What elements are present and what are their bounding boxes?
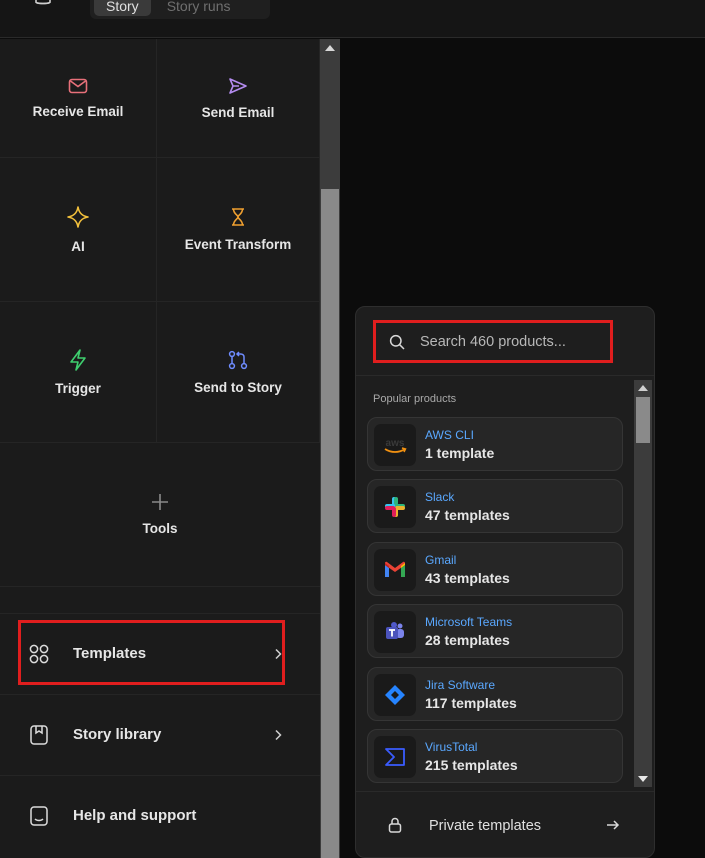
action-event-transform[interactable]: Event Transform [157,158,320,302]
product-virustotal[interactable]: VirusTotal 215 templates [367,729,623,783]
template-count: 28 templates [425,632,510,648]
mail-icon [68,78,88,93]
product-list-scrollbar[interactable] [634,380,652,787]
send-icon [229,77,247,94]
action-send-email[interactable]: Send Email [157,39,320,158]
action-tools[interactable]: Tools [0,443,320,587]
menu-templates[interactable]: Templates [0,613,320,693]
template-count: 215 templates [425,757,518,773]
tab-story-runs[interactable]: Story runs [155,0,243,16]
template-count: 47 templates [425,507,510,523]
action-label: Receive Email [32,103,124,119]
search-input[interactable] [420,329,606,355]
chevron-right-icon [275,648,282,659]
product-jira-software[interactable]: Jira Software 117 templates [367,667,623,721]
actions-scrollbar[interactable] [320,39,340,858]
teams-icon [374,611,416,653]
product-name: VirusTotal [425,740,478,754]
slack-icon [374,486,416,528]
actions-panel: Receive Email Send Email AI Event Transf… [0,39,320,858]
private-templates-link[interactable]: Private templates [356,797,654,853]
menu-story-library[interactable]: Story library [0,694,320,774]
product-aws-cli[interactable]: aws AWS CLI 1 template [367,417,623,471]
menu-label: Templates [73,645,147,662]
product-name: Microsoft Teams [425,615,513,629]
virustotal-icon [374,736,416,778]
action-label: Event Transform [184,237,292,252]
sparkle-icon [67,206,89,228]
action-trigger[interactable]: Trigger [0,302,157,443]
product-microsoft-teams[interactable]: Microsoft Teams 28 templates [367,604,623,658]
product-name: AWS CLI [425,428,474,442]
database-icon[interactable] [34,0,52,10]
search-icon [389,334,405,350]
product-name: Jira Software [425,678,496,692]
git-branch-icon [228,350,248,369]
menu-label: Help and support [73,807,197,824]
menu-help[interactable]: Help and support [0,775,320,855]
private-templates-label: Private templates [429,818,542,834]
jira-icon [374,674,416,716]
divider [356,375,654,376]
template-count: 117 templates [425,695,517,711]
svg-text:aws: aws [386,438,405,449]
scroll-up-icon[interactable] [638,385,648,391]
action-label: Tools [142,521,178,536]
action-label: Send Email [201,104,275,120]
top-bar: Story Story runs [0,0,705,38]
action-label: AI [71,239,85,254]
product-name: Gmail [425,553,457,567]
template-count: 43 templates [425,570,510,586]
scroll-up-icon[interactable] [325,45,335,51]
product-search [376,323,612,361]
arrow-right-icon [607,820,620,830]
menu-label: Story library [73,726,162,743]
action-label: Trigger [55,380,101,396]
bookmark-book-icon [30,724,48,745]
gmail-icon [374,549,416,591]
tab-story[interactable]: Story [94,0,151,16]
action-receive-email[interactable]: Receive Email [0,39,157,158]
scroll-down-icon[interactable] [638,776,648,782]
template-count: 1 template [425,445,495,461]
hourglass-icon [232,208,244,226]
action-label: Send to Story [194,379,282,395]
lightning-icon [70,348,86,371]
view-tabs: Story Story runs [90,0,270,19]
grid-circles-icon [29,644,49,663]
lock-icon [388,817,402,833]
plus-icon [152,494,168,510]
scrollbar-thumb[interactable] [636,397,650,443]
aws-icon: aws [374,424,416,466]
app-root: Story Story runs Receive Email Send Emai… [0,0,705,858]
product-name: Slack [425,490,455,504]
popular-heading: Popular products [373,393,457,405]
action-ai[interactable]: AI [0,158,157,302]
divider [356,791,654,792]
product-gmail[interactable]: Gmail 43 templates [367,542,623,596]
scrollbar-thumb[interactable] [321,189,339,858]
chevron-right-icon [275,729,282,740]
templates-popover: Popular products aws AWS CLI 1 template [355,306,655,858]
action-send-to-story[interactable]: Send to Story [157,302,320,443]
help-chat-icon [30,805,48,826]
product-slack[interactable]: Slack 47 templates [367,479,623,533]
